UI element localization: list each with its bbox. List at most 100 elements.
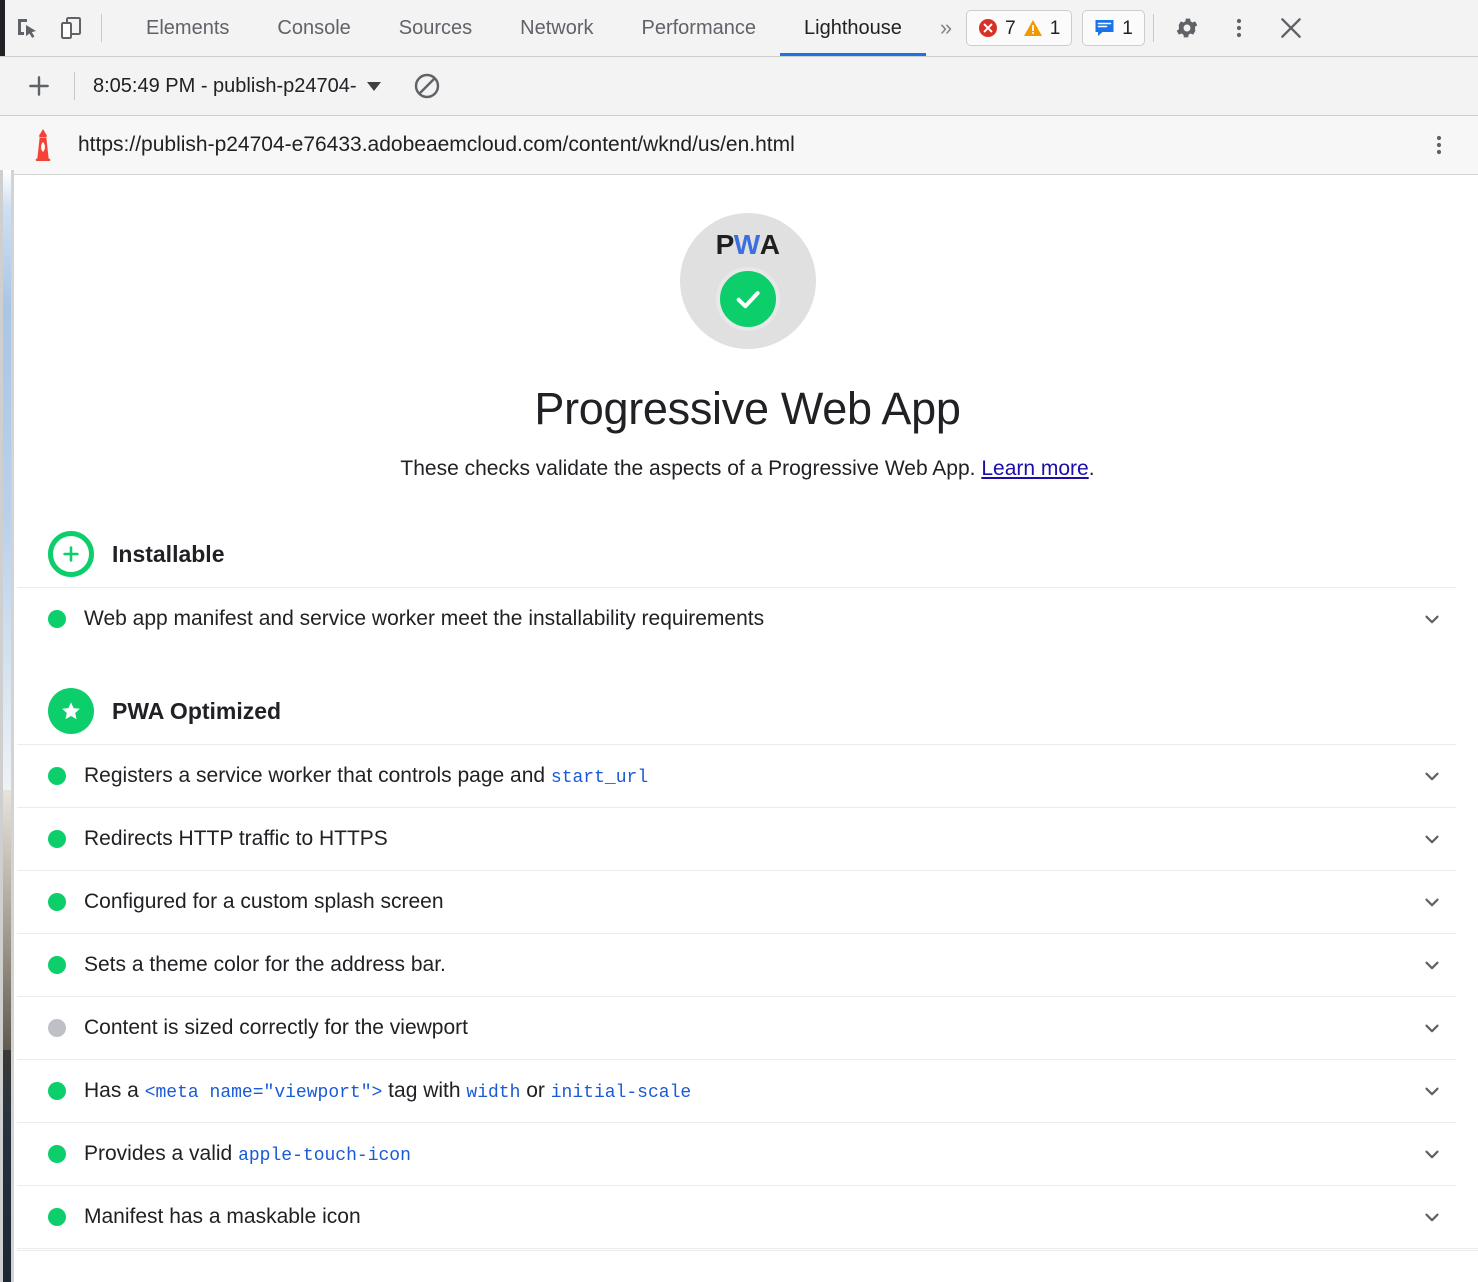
chevron-down-icon[interactable] <box>1420 890 1444 914</box>
devtools-window: Elements Console Sources Network Perform… <box>0 0 1478 1282</box>
chevron-down-icon[interactable] <box>1420 1142 1444 1166</box>
audit-row[interactable]: Provides a valid apple-touch-icon <box>17 1122 1456 1185</box>
lighthouse-toolbar-divider <box>74 72 75 100</box>
section-header-pwa-optimized: PWA Optimized <box>17 678 1478 744</box>
close-icon[interactable] <box>1266 15 1316 41</box>
audit-status-dot-pass <box>48 1208 66 1226</box>
audit-label: Has a <meta name="viewport"> tag with wi… <box>84 1079 691 1103</box>
page-sliver-edge <box>11 170 14 1282</box>
tab-network[interactable]: Network <box>496 0 617 56</box>
errors-warnings-badge[interactable]: 7 1 <box>966 10 1072 46</box>
lighthouse-toolbar: 8:05:49 PM - publish-p24704- <box>0 57 1478 116</box>
audit-code-part: <meta name="viewport"> <box>145 1083 383 1103</box>
page-description-suffix: . <box>1089 457 1095 480</box>
tab-network-label: Network <box>520 17 593 40</box>
more-tabs-icon[interactable]: » <box>926 0 966 56</box>
audit-row[interactable]: Sets a theme color for the address bar. <box>17 933 1456 996</box>
lighthouse-logo-icon <box>26 128 60 162</box>
audit-label: Web app manifest and service worker meet… <box>84 607 764 631</box>
chevron-down-icon[interactable] <box>1420 1016 1444 1040</box>
audit-text-part: tag with <box>382 1079 466 1102</box>
tab-sources[interactable]: Sources <box>375 0 496 56</box>
message-icon <box>1094 18 1115 38</box>
audit-text-part: Provides a valid <box>84 1142 238 1165</box>
tab-sources-label: Sources <box>399 17 472 40</box>
pwa-wordmark: PWA <box>716 231 780 259</box>
learn-more-link[interactable]: Learn more <box>981 457 1088 480</box>
audit-code-part: apple-touch-icon <box>238 1146 411 1166</box>
chevron-down-icon[interactable] <box>1420 764 1444 788</box>
page-title: Progressive Web App <box>534 383 960 435</box>
section-spacer <box>17 650 1478 672</box>
device-toolbar-icon[interactable] <box>49 0 93 56</box>
audit-status-dot-pass <box>48 1145 66 1163</box>
report-url[interactable]: https://publish-p24704-e76433.adobeaemcl… <box>78 133 795 157</box>
messages-badge[interactable]: 1 <box>1082 10 1145 46</box>
audit-status-dot-pass <box>48 1082 66 1100</box>
chevron-down-icon[interactable] <box>1420 1079 1444 1103</box>
pwa-letter-a: A <box>760 231 780 259</box>
pwa-letter-p: P <box>716 231 734 259</box>
page-description: These checks validate the aspects of a P… <box>400 457 1094 481</box>
tab-lighthouse[interactable]: Lighthouse <box>780 0 926 56</box>
audit-row[interactable]: Registers a service worker that controls… <box>17 744 1456 807</box>
audit-status-dot-pass <box>48 893 66 911</box>
audit-label: Manifest has a maskable icon <box>84 1205 361 1229</box>
tab-console[interactable]: Console <box>253 0 374 56</box>
section-header-installable: Installable <box>17 521 1478 587</box>
pwa-letter-w: W <box>734 231 760 259</box>
audit-label: Redirects HTTP traffic to HTTPS <box>84 827 388 851</box>
inspect-element-icon[interactable] <box>5 0 49 56</box>
audit-text-part: Registers a service worker that controls… <box>84 764 551 787</box>
settings-gear-icon[interactable] <box>1162 15 1212 41</box>
url-bar-more-vertical-icon[interactable] <box>1422 133 1456 157</box>
audit-text-part: Content is sized correctly for the viewp… <box>84 1016 468 1039</box>
more-tabs-label: » <box>940 15 952 41</box>
report-url-bar: https://publish-p24704-e76433.adobeaemcl… <box>0 116 1478 175</box>
tab-performance[interactable]: Performance <box>618 0 781 56</box>
lighthouse-report: PWA Progressive Web App These checks val… <box>0 175 1478 1282</box>
message-count: 1 <box>1122 19 1133 38</box>
report-run-select[interactable]: 8:05:49 PM - publish-p24704- <box>87 71 387 102</box>
warning-icon <box>1023 18 1043 38</box>
audit-text-part: Manifest has a maskable icon <box>84 1205 361 1228</box>
pwa-score-badge: PWA <box>680 213 816 349</box>
chevron-down-icon[interactable] <box>1420 1205 1444 1229</box>
tab-console-label: Console <box>277 17 350 40</box>
report-hero: PWA Progressive Web App These checks val… <box>17 175 1478 481</box>
chevron-down-icon <box>367 82 381 91</box>
audit-row[interactable]: Has a <meta name="viewport"> tag with wi… <box>17 1059 1456 1122</box>
audit-label: Provides a valid apple-touch-icon <box>84 1142 411 1166</box>
tab-elements[interactable]: Elements <box>122 0 253 56</box>
audit-code-part: start_url <box>551 768 648 788</box>
audit-status-dot-pass <box>48 956 66 974</box>
audit-row[interactable]: Manifest has a maskable icon <box>17 1185 1456 1248</box>
tab-elements-label: Elements <box>146 17 229 40</box>
devtools-toolbar: Elements Console Sources Network Perform… <box>0 0 1478 57</box>
chevron-down-icon[interactable] <box>1420 827 1444 851</box>
tab-lighthouse-label: Lighthouse <box>804 17 902 40</box>
chevron-down-icon[interactable] <box>1420 607 1444 631</box>
new-report-button[interactable] <box>16 73 62 99</box>
warning-count: 1 <box>1050 19 1061 38</box>
audit-status-dot-pass <box>48 610 66 628</box>
audit-label: Sets a theme color for the address bar. <box>84 953 446 977</box>
error-count: 7 <box>1005 19 1016 38</box>
audit-row[interactable]: Redirects HTTP traffic to HTTPS <box>17 807 1456 870</box>
audit-sections: Installable Web app manifest and service… <box>17 521 1478 1251</box>
chevron-down-icon[interactable] <box>1420 953 1444 977</box>
more-vertical-icon[interactable] <box>1214 16 1264 40</box>
viewport-left-rule <box>0 170 3 1282</box>
audit-row[interactable]: Content is sized correctly for the viewp… <box>17 996 1456 1059</box>
report-run-label: 8:05:49 PM - publish-p24704- <box>93 75 357 98</box>
audit-text-part: or <box>520 1079 550 1102</box>
page-description-prefix: These checks validate the aspects of a P… <box>400 457 981 480</box>
plus-circle-badge-icon <box>48 531 94 577</box>
audit-row[interactable]: Configured for a custom splash screen <box>17 870 1456 933</box>
audit-text-part: Web app manifest and service worker meet… <box>84 607 764 630</box>
audit-list-bottom-rule <box>17 1248 1478 1251</box>
clear-reports-button[interactable] <box>407 72 447 100</box>
star-circle-badge-icon <box>48 688 94 734</box>
devtools-tabs: Elements Console Sources Network Perform… <box>122 0 926 56</box>
audit-row[interactable]: Web app manifest and service worker meet… <box>17 587 1456 650</box>
